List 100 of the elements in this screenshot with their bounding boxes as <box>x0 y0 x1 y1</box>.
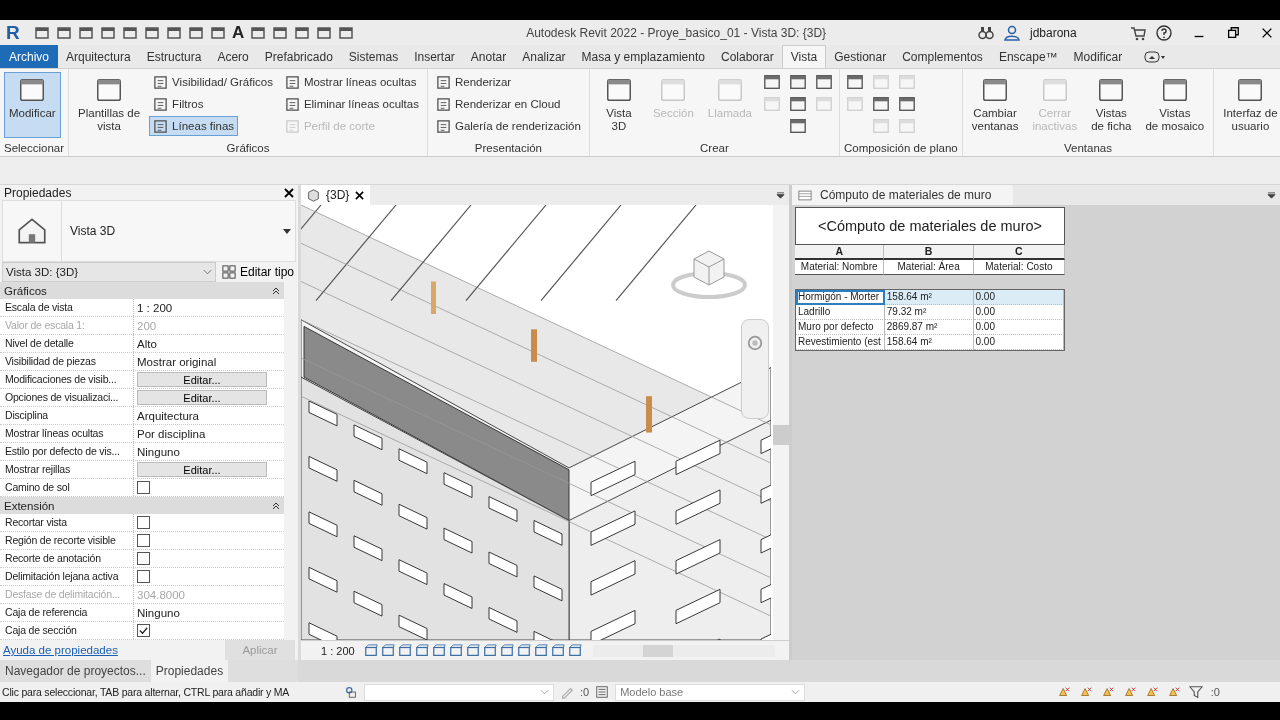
ribbon-button[interactable]: Cambiar ventanas <box>966 72 1024 138</box>
column-letter[interactable]: C <box>973 245 1065 260</box>
app-logo[interactable]: R <box>6 21 22 44</box>
table-cell[interactable]: 0.00 <box>973 305 1064 320</box>
cart-icon[interactable] <box>1130 24 1146 41</box>
dropdown-caret-icon[interactable] <box>283 228 291 234</box>
ribbon-tab[interactable]: Arquitectura <box>58 45 139 68</box>
view-control-icon[interactable] <box>534 643 548 658</box>
ribbon-tab[interactable]: Vista <box>781 45 827 68</box>
edit-type-button[interactable]: Editar tipo <box>219 265 296 279</box>
checkbox[interactable] <box>137 534 150 547</box>
property-value[interactable]: Por disciplina <box>137 425 206 442</box>
table-cell[interactable]: Revestimiento (est <box>796 335 885 350</box>
type-selector[interactable]: Vista 3D <box>2 200 296 262</box>
design-options-icon[interactable] <box>595 685 610 699</box>
toolbar-icon[interactable] <box>144 24 160 41</box>
ribbon-button[interactable]: Renderizar <box>431 72 516 92</box>
ribbon-button[interactable]: Interfaz de usuario <box>1218 72 1280 138</box>
toolbar-icon[interactable] <box>34 24 50 41</box>
help-link[interactable]: Ayuda de propiedades <box>3 644 118 656</box>
toolbar-icon[interactable] <box>316 24 333 41</box>
table-cell[interactable]: 158.64 m² <box>884 335 974 350</box>
scrollbar[interactable] <box>593 644 775 657</box>
group-header[interactable]: Extensión <box>0 497 284 514</box>
view-control-icon[interactable] <box>466 643 480 658</box>
text-tool-icon[interactable]: A <box>232 22 245 43</box>
window-icon[interactable] <box>871 95 890 113</box>
view-control-icon[interactable] <box>398 643 412 658</box>
window-icon[interactable] <box>788 95 807 113</box>
panel-tab[interactable]: Navegador de proyectos... <box>0 660 151 682</box>
ribbon-tab[interactable]: Gestionar <box>826 45 895 68</box>
window-icon[interactable] <box>788 73 807 91</box>
toolbar-icon[interactable] <box>166 24 182 41</box>
dropdown-caret-icon[interactable] <box>1267 191 1276 199</box>
table-cell[interactable]: 0.00 <box>973 320 1064 335</box>
checkbox[interactable] <box>137 516 150 529</box>
property-value[interactable]: Ninguno <box>137 604 180 621</box>
help-icon[interactable] <box>1156 24 1172 41</box>
view-control-icon[interactable] <box>364 643 378 658</box>
selection-toggle-icon[interactable] <box>1144 685 1159 699</box>
checkbox[interactable] <box>137 481 150 494</box>
checkbox[interactable] <box>137 552 150 565</box>
filter-icon[interactable] <box>1188 685 1203 699</box>
scrollbar[interactable] <box>773 205 789 640</box>
view-scale[interactable]: 1 : 200 <box>321 644 361 657</box>
view-control-icon[interactable] <box>551 643 565 658</box>
toolbar-icon[interactable] <box>56 24 72 41</box>
ribbon-button[interactable]: Vista 3D <box>593 72 644 138</box>
selection-toggle-icon[interactable] <box>1122 685 1137 699</box>
ribbon-tab[interactable]: Insertar <box>406 45 463 68</box>
edit-button[interactable]: Editar... <box>137 390 267 405</box>
ribbon-button[interactable]: Vistas de ficha <box>1086 72 1137 138</box>
toolbar-icon[interactable] <box>338 24 355 41</box>
ribbon-tab[interactable]: Estructura <box>138 45 210 68</box>
ribbon-button[interactable]: Vistas de mosaico <box>1140 72 1210 138</box>
ribbon-button[interactable]: Renderizar en Cloud <box>431 94 565 114</box>
view-control-icon[interactable] <box>568 643 582 658</box>
ribbon-tab[interactable]: Acero <box>209 45 257 68</box>
close-icon[interactable] <box>284 187 294 198</box>
checkbox[interactable] <box>137 570 150 583</box>
window-icon[interactable] <box>788 117 807 135</box>
ribbon-tab[interactable]: Complementos <box>894 45 991 68</box>
instance-dropdown[interactable]: Vista 3D: {3D} <box>2 262 216 282</box>
ribbon-button[interactable]: Líneas finas <box>149 116 239 136</box>
restore-icon[interactable] <box>1226 25 1240 40</box>
column-letter[interactable]: B <box>884 245 974 260</box>
user-icon[interactable] <box>1004 24 1020 41</box>
property-value[interactable]: Alto <box>137 335 157 352</box>
view-control-icon[interactable] <box>483 643 497 658</box>
property-value[interactable]: 1 : 200 <box>137 299 173 316</box>
ribbon-tab[interactable]: Anotar <box>462 45 515 68</box>
ribbon-button[interactable]: Eliminar líneas ocultas <box>280 94 423 114</box>
ribbon-tab[interactable]: Masa y emplazamiento <box>573 45 713 68</box>
ribbon-button[interactable]: Plantillas de vista <box>73 72 146 138</box>
checkbox[interactable] <box>137 624 150 637</box>
table-cell[interactable]: Muro por defecto <box>796 320 885 335</box>
ribbon-button[interactable]: Filtros <box>149 94 208 114</box>
ribbon-tab[interactable]: Prefabricado <box>256 45 341 68</box>
group-header[interactable]: Gráficos <box>0 282 284 299</box>
collapse-icon[interactable] <box>272 286 280 295</box>
window-icon[interactable] <box>897 95 916 113</box>
view-control-icon[interactable] <box>449 643 463 658</box>
toolbar-icon[interactable] <box>78 24 94 41</box>
window-icon[interactable] <box>814 73 833 91</box>
view-control-icon[interactable] <box>517 643 531 658</box>
ribbon-tab[interactable]: Enscape™ <box>990 45 1066 68</box>
table-cell[interactable]: 158.64 m² <box>884 290 974 305</box>
ribbon-button[interactable]: Visibilidad/ Gráficos <box>149 72 277 92</box>
edit-button[interactable]: Editar... <box>137 372 267 387</box>
ribbon-tab[interactable]: Sistemas <box>340 45 407 68</box>
view-control-icon[interactable] <box>415 643 429 658</box>
view-control-icon[interactable] <box>432 643 446 658</box>
view-control-icon[interactable] <box>500 643 514 658</box>
table-cell[interactable]: Hormigón - Morter <box>796 290 885 305</box>
toolbar-icon[interactable] <box>122 24 138 41</box>
property-value[interactable]: Mostrar original <box>137 353 217 370</box>
table-cell[interactable]: 0.00 <box>973 335 1064 350</box>
view-control-icon[interactable] <box>381 643 395 658</box>
selection-toggle-icon[interactable] <box>1166 685 1181 699</box>
ribbon-toggle-icon[interactable] <box>1144 49 1167 64</box>
